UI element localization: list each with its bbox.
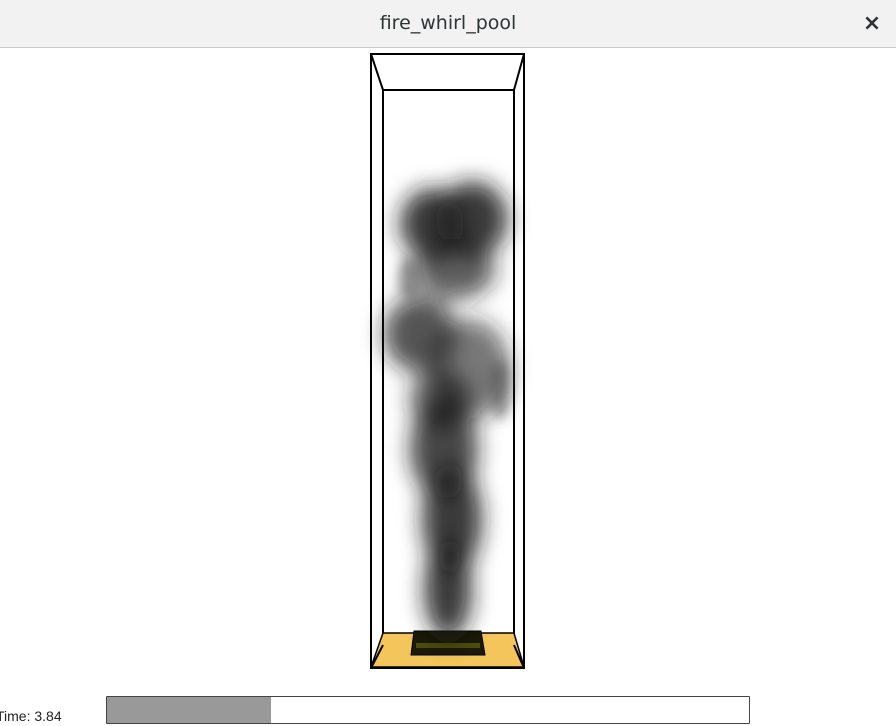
edge-top-left [370, 53, 384, 91]
title-bar: fire_whirl_pool × [0, 0, 896, 48]
simulation-render [369, 53, 526, 669]
time-slider-fill [107, 697, 271, 723]
window-title: fire_whirl_pool [379, 12, 517, 34]
fire-source-glow [416, 643, 480, 648]
edge-top-right [513, 53, 525, 91]
time-slider[interactable] [106, 696, 750, 724]
close-button[interactable]: × [858, 10, 886, 38]
simulation-viewport [0, 49, 896, 689]
smoke-plume [384, 181, 510, 639]
time-readout: Time: 3.84 [0, 708, 62, 724]
